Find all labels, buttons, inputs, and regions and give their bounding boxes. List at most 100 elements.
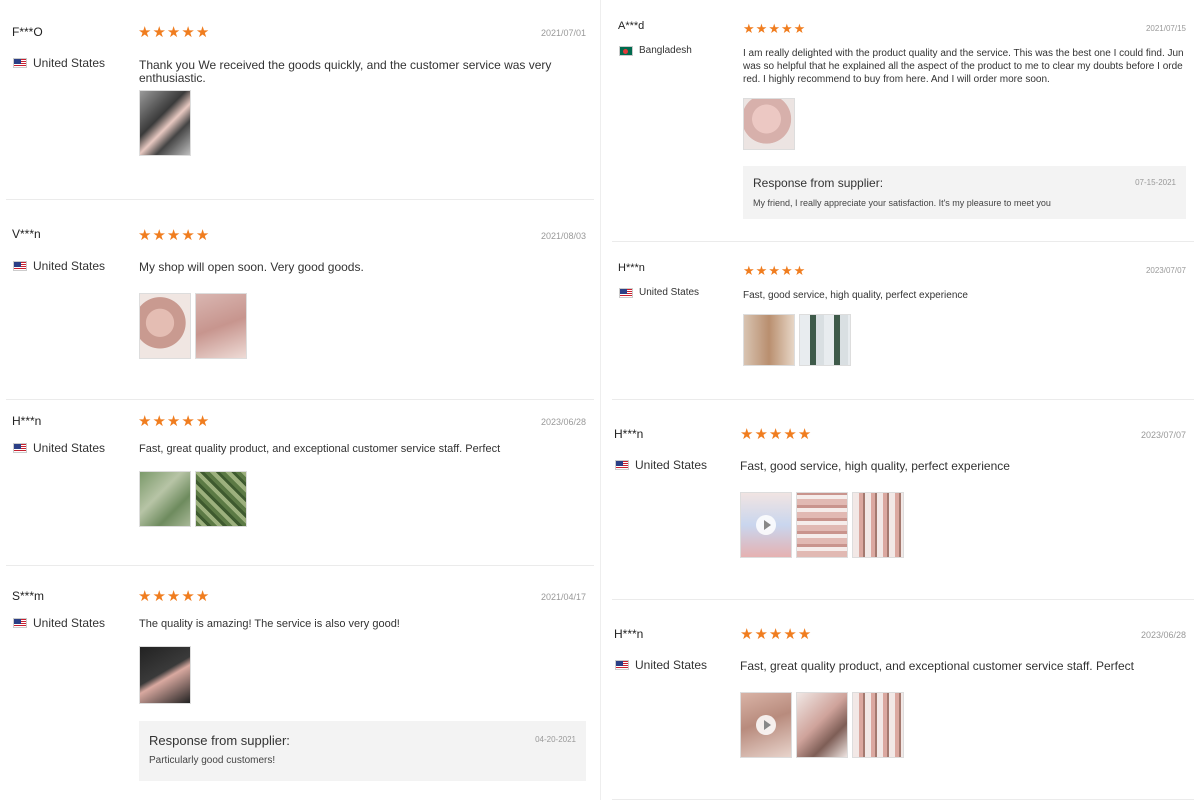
star-icon: ★ <box>195 588 210 605</box>
review-photo-thumbnail[interactable] <box>743 314 795 366</box>
us-flag-icon <box>619 287 633 298</box>
star-icon: ★ <box>754 626 768 643</box>
review-photo-thumbnail[interactable] <box>139 646 191 704</box>
review-text: Fast, great quality product, and excepti… <box>139 443 501 455</box>
review-photo-thumbnail[interactable] <box>139 471 191 527</box>
review-date: 2021/07/15 <box>1145 24 1186 33</box>
review-text: Fast, great quality product, and excepti… <box>740 659 1134 673</box>
review-item: S***m United States ★ ★ ★ ★ ★ 2021/04/17… <box>0 566 600 800</box>
reviews-column-right: A***d Bangladesh ★ ★ ★ ★ ★ 2021/07/15 I … <box>606 0 1200 800</box>
review-item: H***n United States ★ ★ ★ ★ ★ 2023/07/07… <box>606 242 1200 400</box>
rating-stars: ★ ★ ★ ★ ★ <box>743 263 805 278</box>
country-label: Bangladesh <box>639 45 692 56</box>
rating-stars: ★ ★ ★ ★ ★ <box>740 627 811 642</box>
review-photo-thumbnail[interactable] <box>139 90 191 156</box>
review-photo-thumbnail[interactable] <box>139 293 191 359</box>
review-photo-thumbnail[interactable] <box>195 471 247 527</box>
review-video-thumbnail[interactable] <box>740 492 792 558</box>
review-text: The quality is amazing! The service is a… <box>139 618 400 630</box>
rating-stars: ★ ★ ★ ★ ★ <box>138 589 209 604</box>
reviewer-name: H***n <box>618 262 645 274</box>
reviewer-country: United States <box>615 458 707 472</box>
review-item: A***d Bangladesh ★ ★ ★ ★ ★ 2021/07/15 I … <box>606 0 1200 242</box>
country-label: United States <box>635 658 708 672</box>
star-icon: ★ <box>768 426 783 443</box>
review-photo-thumbnail[interactable] <box>796 492 848 558</box>
star-icon: ★ <box>797 426 812 443</box>
review-photos <box>139 90 191 156</box>
review-text-line: I am really delighted with the product q… <box>743 48 1184 59</box>
country-label: United States <box>33 441 106 455</box>
review-date: 2023/07/07 <box>1145 266 1186 275</box>
star-icon: ★ <box>195 24 210 41</box>
reviewer-name: F***O <box>12 25 43 39</box>
star-icon: ★ <box>743 263 755 278</box>
star-icon: ★ <box>181 24 195 41</box>
star-icon: ★ <box>793 21 806 36</box>
us-flag-icon <box>615 660 629 670</box>
reviewer-name: V***n <box>12 227 41 241</box>
rating-stars: ★ ★ ★ ★ ★ <box>740 427 811 442</box>
star-icon: ★ <box>195 413 210 430</box>
star-icon: ★ <box>181 227 195 244</box>
country-label: United States <box>639 287 700 298</box>
review-text-line: was so helpful that he explained all the… <box>743 61 1183 72</box>
review-photo-thumbnail[interactable] <box>852 492 904 558</box>
reviewer-name: H***n <box>12 414 42 428</box>
star-icon: ★ <box>152 413 166 430</box>
supplier-response-title: Response from supplier: <box>149 733 290 748</box>
review-date: 2021/07/01 <box>540 28 586 38</box>
reviewer-country: United States <box>13 259 105 273</box>
reviewer-name: H***n <box>614 627 644 641</box>
review-photo-thumbnail[interactable] <box>852 692 904 758</box>
play-icon[interactable] <box>756 715 776 735</box>
rating-stars: ★ ★ ★ ★ ★ <box>138 228 209 243</box>
star-icon: ★ <box>166 24 181 41</box>
star-icon: ★ <box>743 21 755 36</box>
reviewer-country: United States <box>615 658 707 672</box>
us-flag-icon <box>13 261 27 271</box>
review-photos <box>743 314 851 366</box>
review-photo-thumbnail[interactable] <box>796 692 848 758</box>
star-icon: ★ <box>138 24 152 41</box>
review-text: My shop will open soon. Very good goods. <box>139 260 364 274</box>
star-icon: ★ <box>768 21 780 36</box>
reviewer-name: A***d <box>618 20 645 32</box>
star-icon: ★ <box>768 263 780 278</box>
review-date: 2023/06/28 <box>540 417 586 427</box>
us-flag-icon <box>13 443 27 453</box>
review-date: 2023/07/07 <box>1140 430 1186 440</box>
review-text: Fast, good service, high quality, perfec… <box>740 459 1010 473</box>
star-icon: ★ <box>181 413 195 430</box>
supplier-response: Response from supplier: 04-20-2021 Parti… <box>139 721 586 781</box>
country-label: United States <box>635 458 708 472</box>
reviewer-country: Bangladesh <box>619 45 692 56</box>
supplier-response-date: 07-15-2021 <box>1135 178 1176 187</box>
review-photos <box>139 293 247 359</box>
review-photos <box>139 646 191 704</box>
review-date: 2021/04/17 <box>540 592 586 602</box>
reviews-column-left: F***O United States ★ ★ ★ ★ ★ 2021/07/01… <box>0 0 601 800</box>
play-icon[interactable] <box>756 515 776 535</box>
review-video-thumbnail[interactable] <box>740 692 792 758</box>
review-photo-thumbnail[interactable] <box>743 98 795 150</box>
star-icon: ★ <box>166 588 181 605</box>
us-flag-icon <box>13 58 27 68</box>
supplier-response-title: Response from supplier: <box>753 176 884 190</box>
review-text: I am really delighted with the product q… <box>743 47 1188 86</box>
star-icon: ★ <box>797 626 812 643</box>
star-icon: ★ <box>780 21 793 36</box>
us-flag-icon <box>615 460 629 470</box>
star-icon: ★ <box>138 413 152 430</box>
review-text: Fast, good service, high quality, perfec… <box>743 290 968 301</box>
star-icon: ★ <box>755 263 768 278</box>
review-photo-thumbnail[interactable] <box>195 293 247 359</box>
review-text-line: red. I highly recommend to buy from here… <box>743 74 1050 85</box>
star-icon: ★ <box>755 21 768 36</box>
rating-stars: ★ ★ ★ ★ ★ <box>138 25 209 40</box>
review-date: 2023/06/28 <box>1140 630 1186 640</box>
star-icon: ★ <box>768 626 783 643</box>
review-photo-thumbnail[interactable] <box>799 314 851 366</box>
review-date: 2021/08/03 <box>540 231 586 241</box>
review-photos <box>740 492 904 558</box>
